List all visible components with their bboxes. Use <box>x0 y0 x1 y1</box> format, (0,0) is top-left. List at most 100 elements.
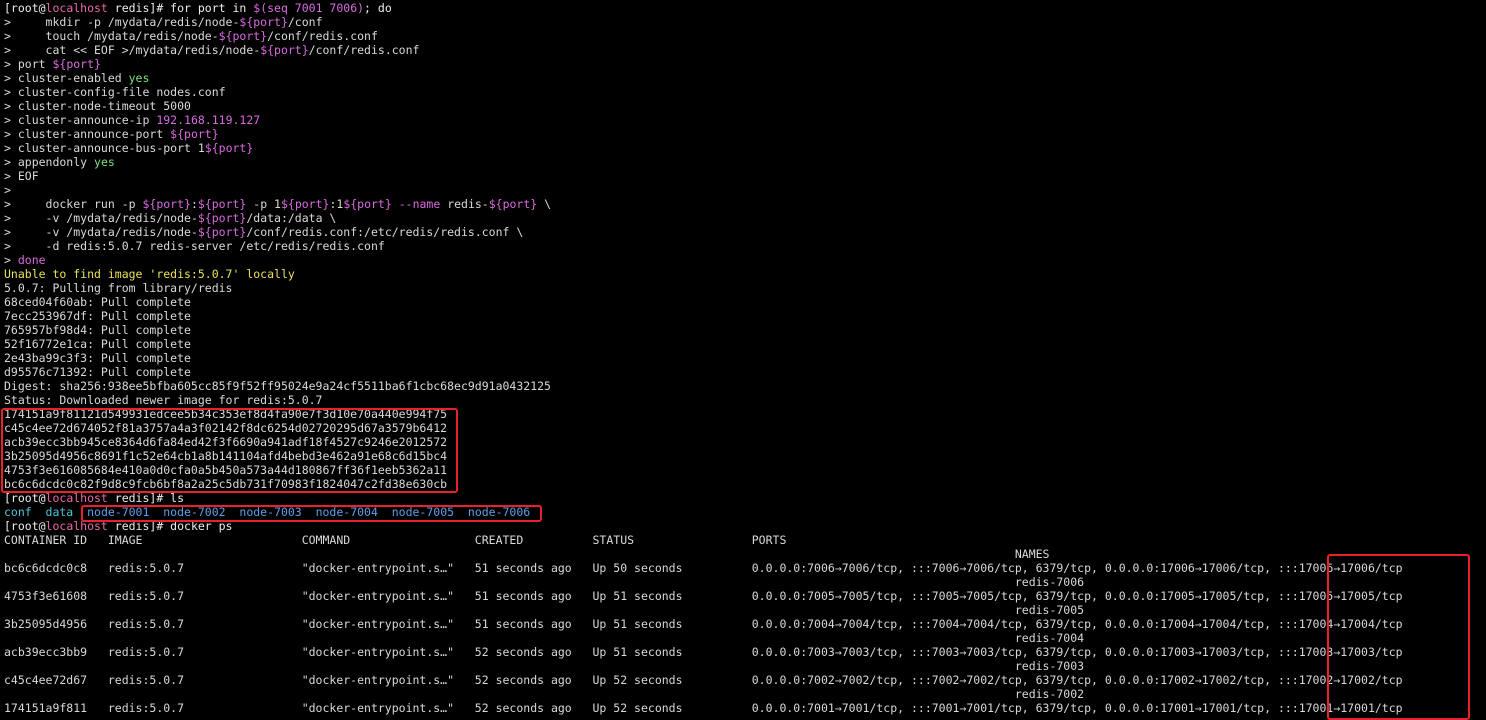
terminal-text: 52f16772e1ca: Pull complete <box>4 337 191 351</box>
terminal-text: [root@ <box>4 519 46 533</box>
terminal-text: :1 <box>329 197 344 211</box>
terminal-text: > cluster-announce-bus-port 1 <box>4 141 205 155</box>
terminal-window[interactable]: [root@localhost redis]# for port in $(se… <box>0 0 1486 720</box>
terminal-text: > -d redis:5.0.7 redis-server /etc/redis… <box>4 239 385 253</box>
terminal-text: ${port} <box>239 15 288 29</box>
terminal-line: 3b25095d4956c8691f1c52e64cb1a8b141104afd… <box>4 449 447 463</box>
terminal-text: [root@ <box>4 1 46 15</box>
terminal-text: > mkdir -p /mydata/redis/node- <box>4 15 240 29</box>
terminal-text: done <box>17 253 46 267</box>
terminal-text: ${port} <box>488 197 538 211</box>
terminal-text: 192.168.119.127 <box>156 113 261 127</box>
terminal-line: 174151a9f811 redis:5.0.7 "docker-entrypo… <box>4 701 1403 715</box>
terminal-line: 4753f3e616085684e410a0d0cfa0a5b450a573a4… <box>4 463 447 477</box>
terminal-line: conf data node-7001 node-7002 node-7003 … <box>4 505 530 519</box>
terminal-text: /data:/data \ <box>246 211 337 225</box>
terminal-text: > -v /mydata/redis/node- <box>4 211 198 225</box>
terminal-line: c45c4ee72d674052f81a3757a4a3f02142f8dc62… <box>4 421 447 435</box>
terminal-line: 68ced04f60ab: Pull complete <box>4 295 191 309</box>
terminal-text: Digest: sha256:938ee5bfba605cc85f9f52ff9… <box>4 379 551 393</box>
terminal-text: ${port} <box>204 141 254 155</box>
terminal-line: redis-7002 <box>4 687 1084 701</box>
terminal-text: ${port} <box>52 57 101 71</box>
terminal-line: > -d redis:5.0.7 redis-server /etc/redis… <box>4 239 385 253</box>
terminal-text: Unable to find image 'redis:5.0.7' local… <box>4 267 295 281</box>
terminal-line: redis-7005 <box>4 603 1084 617</box>
terminal-text: 7ecc253967df: Pull complete <box>4 309 191 323</box>
terminal-text: ; do <box>364 1 392 15</box>
terminal-text: CONTAINER ID IMAGE COMMAND CREATED STATU… <box>4 533 787 547</box>
terminal-line: 3b25095d4956 redis:5.0.7 "docker-entrypo… <box>4 617 1403 631</box>
terminal-text: 3b25095d4956 redis:5.0.7 "docker-entrypo… <box>4 617 1403 631</box>
terminal-line: > cat << EOF >/mydata/redis/node-${port}… <box>4 43 419 57</box>
terminal-text: 2e43ba99c3f3: Pull complete <box>4 351 191 365</box>
terminal-text: 4753f3e61608 redis:5.0.7 "docker-entrypo… <box>4 589 1403 603</box>
terminal-line: redis-7003 <box>4 659 1084 673</box>
terminal-text: > docker run -p <box>4 197 143 211</box>
terminal-text: > touch /mydata/redis/node- <box>4 29 219 43</box>
terminal-text: redis-7003 <box>4 659 1085 673</box>
terminal-text: > cluster-config-file nodes.conf <box>4 85 226 99</box>
terminal-line: > appendonly yes <box>4 155 115 169</box>
terminal-text: redis]# docker ps <box>107 519 233 533</box>
terminal-text: redis-7002 <box>4 687 1085 701</box>
terminal-line: > cluster-announce-ip 192.168.119.127 <box>4 113 260 127</box>
terminal-line: > docker run -p ${port}:${port} -p 1${po… <box>4 197 551 211</box>
terminal-text: conf data <box>4 505 88 519</box>
terminal-text: c45c4ee72d67 redis:5.0.7 "docker-entrypo… <box>4 673 1403 687</box>
terminal-line: redis-7006 <box>4 575 1084 589</box>
terminal-line: Unable to find image 'redis:5.0.7' local… <box>4 267 295 281</box>
terminal-text: \ <box>537 197 552 211</box>
terminal-text: localhost <box>45 1 108 15</box>
terminal-line: acb39ecc3bb9 redis:5.0.7 "docker-entrypo… <box>4 645 1403 659</box>
terminal-text: 3b25095d4956c8691f1c52e64cb1a8b141104afd… <box>4 449 448 463</box>
terminal-text: 174151a9f81121d549931edcee5b34c353ef8d4f… <box>4 407 448 421</box>
terminal-line: > cluster-announce-port ${port} <box>4 127 219 141</box>
terminal-text: /conf/redis.conf:/etc/redis/redis.conf \ <box>246 225 524 239</box>
terminal-text: --name <box>398 197 441 211</box>
terminal-line: 52f16772e1ca: Pull complete <box>4 337 191 351</box>
terminal-line: 4753f3e61608 redis:5.0.7 "docker-entrypo… <box>4 589 1403 603</box>
terminal-text: > cluster-enabled <box>4 71 129 85</box>
terminal-text: ${port} <box>343 197 392 211</box>
bus-ports-highlight <box>1327 554 1470 720</box>
terminal-text: /conf <box>287 15 323 29</box>
terminal-text: ${port} <box>197 225 247 239</box>
terminal-text: /conf/redis.conf <box>308 43 420 57</box>
terminal-text: > <box>4 183 11 197</box>
terminal-text: NAMES <box>4 547 1050 561</box>
terminal-text: ${port} <box>142 197 191 211</box>
terminal-line: [root@localhost redis]# ls <box>4 491 184 505</box>
terminal-text: localhost <box>45 519 108 533</box>
terminal-text: redis]# ls <box>107 491 185 505</box>
terminal-line: > cluster-node-timeout 5000 <box>4 99 191 113</box>
terminal-line: bc6c6dcdc0c8 redis:5.0.7 "docker-entrypo… <box>4 561 1403 575</box>
terminal-text: 4753f3e616085684e410a0d0cfa0a5b450a573a4… <box>4 463 448 477</box>
terminal-text: bc6c6dcdc0c8 redis:5.0.7 "docker-entrypo… <box>4 561 1403 575</box>
terminal-text: 174151a9f811 redis:5.0.7 "docker-entrypo… <box>4 701 1403 715</box>
terminal-line: > EOF <box>4 169 39 183</box>
terminal-text: > cat << EOF >/mydata/redis/node- <box>4 43 261 57</box>
terminal-line: > done <box>4 253 46 267</box>
terminal-text: 765957bf98d4: Pull complete <box>4 323 191 337</box>
terminal-text: redis-7005 <box>4 603 1085 617</box>
terminal-text: node-7001 node-7002 node-7003 node-7004 … <box>87 505 531 519</box>
terminal-line: > cluster-announce-bus-port 1${port} <box>4 141 253 155</box>
terminal-line: 5.0.7: Pulling from library/redis <box>4 281 232 295</box>
terminal-line: 7ecc253967df: Pull complete <box>4 309 191 323</box>
terminal-line: > touch /mydata/redis/node-${port}/conf/… <box>4 29 378 43</box>
terminal-text: yes <box>94 155 115 169</box>
terminal-text: $(seq 7001 7006) <box>253 1 365 15</box>
terminal-text: Status: Downloaded newer image for redis… <box>4 393 323 407</box>
terminal-text: > appendonly <box>4 155 95 169</box>
terminal-text: > cluster-announce-port <box>4 127 171 141</box>
terminal-text: redis-7004 <box>4 631 1085 645</box>
terminal-line: > -v /mydata/redis/node-${port}/conf/red… <box>4 225 523 239</box>
terminal-line: [root@localhost redis]# docker ps <box>4 519 232 533</box>
terminal-text: ${port} <box>197 211 247 225</box>
terminal-line: NAMES <box>4 547 1050 561</box>
terminal-line: > -v /mydata/redis/node-${port}/data:/da… <box>4 211 336 225</box>
terminal-text: > port <box>4 57 53 71</box>
terminal-text: 68ced04f60ab: Pull complete <box>4 295 191 309</box>
